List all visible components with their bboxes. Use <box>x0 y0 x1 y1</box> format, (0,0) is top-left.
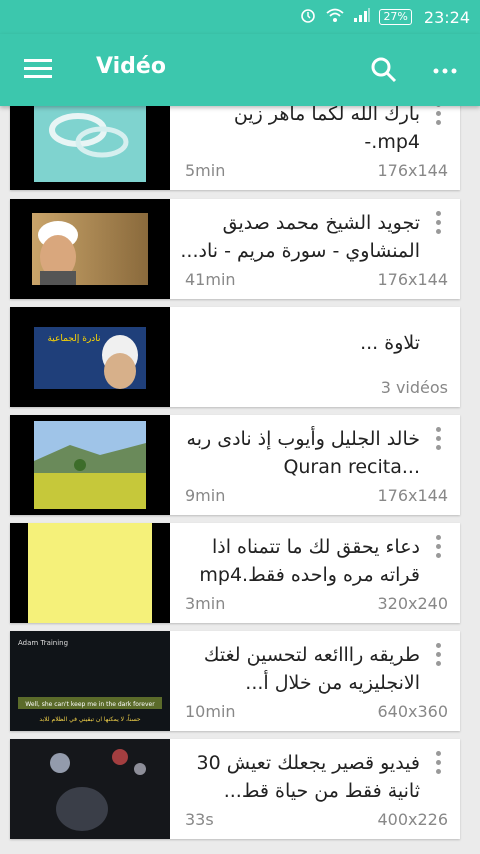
more-options-icon[interactable] <box>436 211 442 237</box>
video-duration: 41min <box>185 270 236 289</box>
thumbnail-cat <box>10 739 170 839</box>
thumbnail-dark-scene: Adam Training Well, she can't keep me in… <box>10 631 170 731</box>
svg-text:Adam Training: Adam Training <box>18 639 68 647</box>
svg-text:نادرة إلجماعية: نادرة إلجماعية <box>47 334 100 344</box>
wifi-icon <box>325 7 345 27</box>
video-resolution: 176x144 <box>377 486 448 505</box>
video-title: تجويد الشيخ محمد صديق المنشاوي - سورة مر… <box>180 212 420 262</box>
thumbnail-sheikh <box>10 199 170 299</box>
video-resolution: 176x144 <box>377 161 448 180</box>
video-duration: 3min <box>185 594 226 613</box>
list-item[interactable]: تجويد الشيخ محمد صديق المنشاوي - سورة مر… <box>10 199 460 299</box>
alarm-icon <box>299 6 317 28</box>
video-duration: 9min <box>185 486 226 505</box>
video-title: طريقه رااائعه لتحسين لغتك الانجليزيه من … <box>203 644 420 694</box>
search-icon[interactable] <box>368 54 400 86</box>
list-item[interactable]: فيديو قصير يجعلك تعيش 30 ثانية فقط من حي… <box>10 739 460 839</box>
svg-text:حسناً، لا يمكنها ان تبقيني في: حسناً، لا يمكنها ان تبقيني في الظلام للا… <box>39 715 141 723</box>
list-item[interactable]: Adam Training Well, she can't keep me in… <box>10 631 460 731</box>
list-item[interactable]: نادرة إلجماعية تلاوة ... 3 vidéos <box>10 307 460 407</box>
thumbnail-folder: نادرة إلجماعية <box>10 307 170 407</box>
more-options-icon[interactable] <box>436 535 442 561</box>
overflow-menu-icon[interactable] <box>430 56 460 86</box>
video-resolution: 400x226 <box>377 810 448 829</box>
signal-icon <box>353 7 371 27</box>
video-resolution: 320x240 <box>377 594 448 613</box>
list-item[interactable]: خالد الجليل وأيوب إذ نادى ربه ...Quran r… <box>10 415 460 515</box>
hamburger-menu-icon[interactable] <box>24 56 52 84</box>
folder-title: تلاوة ... <box>360 332 420 354</box>
status-bar: 27% 23:24 <box>0 0 480 34</box>
more-options-icon[interactable] <box>436 751 442 777</box>
video-duration: 10min <box>185 702 236 721</box>
page-title: Vidéo <box>96 54 166 79</box>
more-options-icon[interactable] <box>436 427 442 453</box>
video-title: خالد الجليل وأيوب إذ نادى ربه ...Quran r… <box>186 428 420 478</box>
more-options-icon[interactable] <box>436 643 442 669</box>
thumbnail-yellow <box>10 523 170 623</box>
list-item[interactable]: دعاء يحقق لك ما تتمناه اذا قراته مره واح… <box>10 523 460 623</box>
video-list: بارك الله لكما ماهر زين mp4.- 5min 176x1… <box>0 0 480 854</box>
svg-text:Well, she can't keep me in the: Well, she can't keep me in the dark fore… <box>25 701 155 708</box>
app-toolbar: Vidéo <box>0 34 480 106</box>
thumbnail-landscape <box>10 415 170 515</box>
video-title: دعاء يحقق لك ما تتمناه اذا قراته مره واح… <box>199 536 420 586</box>
video-resolution: 176x144 <box>377 270 448 289</box>
video-title: فيديو قصير يجعلك تعيش 30 ثانية فقط من حي… <box>196 752 420 802</box>
video-duration: 5min <box>185 161 226 180</box>
status-clock: 23:24 <box>423 7 470 27</box>
folder-count: 3 vidéos <box>380 378 448 397</box>
battery-indicator: 27% <box>379 9 412 25</box>
video-duration: 33s <box>185 810 214 829</box>
video-title: بارك الله لكما ماهر زين mp4.- <box>233 103 420 153</box>
video-resolution: 640x360 <box>377 702 448 721</box>
